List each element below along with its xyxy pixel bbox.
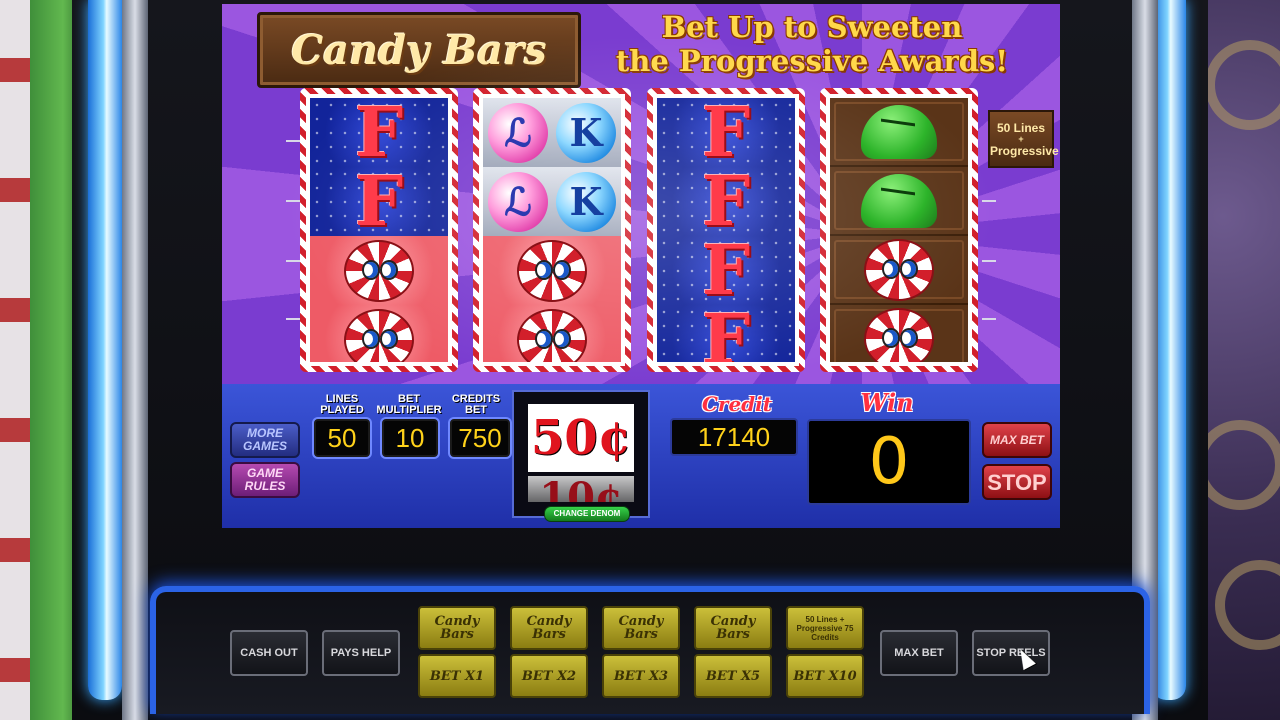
- lollipop-pair: ℒK: [488, 171, 616, 232]
- reel-4-cell-2: [830, 167, 968, 236]
- fireball-symbol-icon: F: [701, 98, 751, 173]
- pays-help-button[interactable]: PAYS HELP: [322, 630, 400, 676]
- reel-1-cell-3: [310, 236, 448, 305]
- bet-x10-button[interactable]: BET X10: [786, 654, 864, 698]
- reel-2-cell-4: [483, 305, 621, 362]
- gumdrop-symbol-icon: [861, 104, 937, 159]
- lines-played-label: LINES PLAYED: [320, 393, 364, 416]
- peppermint-symbol-icon: [864, 307, 934, 362]
- reel-2-cell-2: ℒK: [483, 167, 621, 236]
- fireball-symbol-icon: F: [701, 299, 751, 363]
- reel-1-cell-1: F: [310, 98, 448, 167]
- next-denomination: 10¢: [528, 476, 634, 502]
- win-value: 0: [807, 419, 971, 505]
- peppermint-symbol-icon: [864, 238, 934, 301]
- stop-button[interactable]: STOP: [982, 464, 1052, 500]
- denomination-value[interactable]: 50¢: [528, 404, 634, 472]
- left-neon-light: [88, 0, 122, 700]
- reel-3-cell-4: F: [657, 305, 795, 362]
- reel-4: [820, 88, 978, 372]
- win-label: Win: [860, 388, 914, 417]
- gumdrop-symbol-icon: [861, 173, 937, 228]
- bet-x2-button[interactable]: BET X2: [510, 654, 588, 698]
- reel-2: ℒKℒK: [473, 88, 631, 372]
- fireball-symbol-icon: F: [354, 161, 404, 242]
- progressive-promo: Bet Up to Sweeten the Progressive Awards…: [615, 10, 1009, 78]
- credits-bet-value: 750: [450, 419, 510, 457]
- deck-progressive-button[interactable]: 50 Lines + Progressive 75 Credits: [786, 606, 864, 650]
- deck-max-bet-button[interactable]: MAX BET: [880, 630, 958, 676]
- reel-3-cell-2: F: [657, 167, 795, 236]
- bet-multiplier-label: BET MULTIPLIER: [376, 393, 442, 416]
- bet-multiplier-value: 10: [382, 419, 438, 457]
- reel-1-cell-4: [310, 305, 448, 362]
- denomination-selector[interactable]: 50¢ 10¢ CHANGE DENOM: [512, 390, 650, 522]
- bet-x5-button[interactable]: BET X5: [694, 654, 772, 698]
- fireball-symbol-icon: F: [701, 230, 751, 311]
- reel-2-cell-1: ℒK: [483, 98, 621, 167]
- cash-out-button[interactable]: CASH OUT: [230, 630, 308, 676]
- left-chrome-trim: [122, 0, 148, 720]
- button-deck: CASH OUT PAYS HELP Candy Bars Candy Bars…: [150, 586, 1150, 714]
- game-screen: Candy Bars Bet Up to Sweeten the Progres…: [222, 4, 1060, 528]
- reel-4-cell-3: [830, 236, 968, 305]
- lines-played-value: 50: [314, 419, 370, 457]
- peppermint-symbol-icon: [344, 239, 414, 302]
- game-logo: Candy Bars: [257, 12, 581, 88]
- stop-reels-button[interactable]: STOP REELS: [972, 630, 1050, 676]
- reel-1-cell-2: F: [310, 167, 448, 236]
- reel-2-cell-3: [483, 236, 621, 305]
- game-rules-button[interactable]: GAME RULES: [230, 462, 300, 498]
- max-bet-button[interactable]: MAX BET: [982, 422, 1052, 458]
- deck-game-button-3[interactable]: Candy Bars: [602, 606, 680, 650]
- reel-4-cell-4: [830, 305, 968, 362]
- reel-3-cell-1: F: [657, 98, 795, 167]
- pink-lollipop-symbol-icon: ℒ: [488, 171, 548, 232]
- lollipop-pair: ℒK: [488, 102, 616, 163]
- change-denom-button[interactable]: CHANGE DENOM: [544, 506, 630, 522]
- deck-game-button-2[interactable]: Candy Bars: [510, 606, 588, 650]
- paylines-badge: 50 Lines + Progressive: [988, 110, 1059, 168]
- blue-lollipop-symbol-icon: K: [556, 102, 616, 163]
- pink-lollipop-symbol-icon: ℒ: [488, 102, 548, 163]
- reel-4-cell-1: [830, 98, 968, 167]
- deck-game-button-1[interactable]: Candy Bars: [418, 606, 496, 650]
- peppermint-symbol-icon: [517, 308, 587, 362]
- credits-bet-label: CREDITS BET: [451, 393, 501, 416]
- blue-lollipop-symbol-icon: K: [556, 171, 616, 232]
- credit-label: Credit: [702, 392, 772, 416]
- fireball-symbol-icon: F: [354, 98, 404, 173]
- reel-1: FF: [300, 88, 458, 372]
- fireball-symbol-icon: F: [701, 161, 751, 242]
- bet-x1-button[interactable]: BET X1: [418, 654, 496, 698]
- credit-value: 17140: [670, 418, 798, 456]
- reel-3: FFFF: [647, 88, 805, 372]
- bet-x3-button[interactable]: BET X3: [602, 654, 680, 698]
- reel-3-cell-3: F: [657, 236, 795, 305]
- peppermint-symbol-icon: [344, 308, 414, 362]
- peppermint-symbol-icon: [517, 239, 587, 302]
- more-games-button[interactable]: MORE GAMES: [230, 422, 300, 458]
- deck-game-button-4[interactable]: Candy Bars: [694, 606, 772, 650]
